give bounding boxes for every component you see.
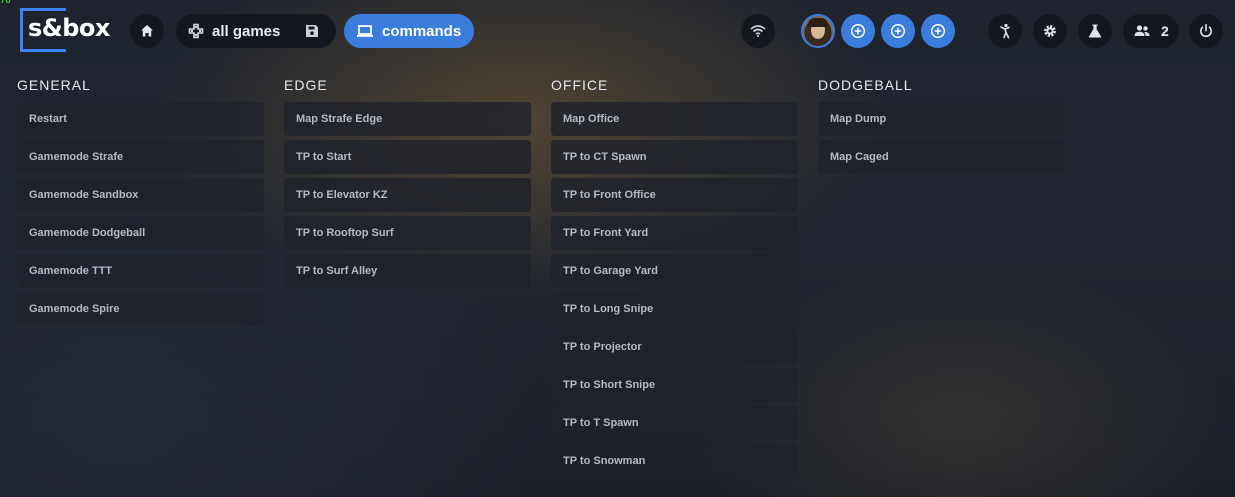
network-button[interactable] [741, 14, 775, 48]
command-button[interactable]: TP to Long Snipe [551, 292, 798, 326]
add-circle-icon [890, 23, 906, 39]
add-party-slot-3[interactable] [921, 14, 955, 48]
column-edge: EDGE Map Strafe Edge TP to Start TP to E… [284, 76, 531, 292]
column-title: GENERAL [17, 77, 91, 93]
users-icon [1134, 25, 1150, 36]
command-button[interactable]: Map Dump [818, 102, 1065, 136]
friends-button[interactable]: 2 [1123, 14, 1179, 48]
command-button[interactable]: Gamemode Dodgeball [17, 216, 264, 250]
command-button[interactable]: TP to Front Yard [551, 216, 798, 250]
command-button[interactable]: Gamemode Spire [17, 292, 264, 326]
dance-icon [1000, 23, 1010, 39]
command-button[interactable]: TP to Front Office [551, 178, 798, 212]
add-party-slot-1[interactable] [841, 14, 875, 48]
laptop-icon [357, 25, 373, 37]
save-icon [306, 25, 318, 37]
save-button[interactable] [304, 23, 320, 43]
add-circle-icon [930, 23, 946, 39]
all-games-label: all games [212, 22, 281, 40]
column-office: OFFICE Map Office TP to CT Spawn TP to F… [551, 76, 798, 482]
command-button[interactable]: TP to Projector [551, 330, 798, 364]
command-button[interactable]: TP to Elevator KZ [284, 178, 531, 212]
settings-button[interactable] [1033, 14, 1067, 48]
command-button[interactable]: Map Caged [818, 140, 1065, 174]
gamepad-icon [188, 23, 204, 39]
command-button[interactable]: Restart [17, 102, 264, 136]
power-icon [1200, 24, 1212, 38]
column-title: EDGE [284, 77, 328, 93]
add-circle-icon [850, 23, 866, 39]
column-title: DODGEBALL [818, 77, 913, 93]
command-button[interactable]: Gamemode TTT [17, 254, 264, 288]
commands-label: commands [382, 22, 462, 40]
logo-text: s&box [28, 14, 110, 42]
logo-frame-bottom [20, 49, 66, 52]
all-games-button[interactable]: all games [176, 14, 336, 48]
command-button[interactable]: Map Strafe Edge [284, 102, 531, 136]
column-dodgeball: DODGEBALL Map Dump Map Caged [818, 76, 1065, 178]
command-button[interactable]: Gamemode Strafe [17, 140, 264, 174]
home-button[interactable] [130, 14, 164, 48]
top-bar: s&box all games commands 2 [0, 0, 1235, 62]
emote-button[interactable] [988, 14, 1022, 48]
command-button[interactable]: TP to Surf Alley [284, 254, 531, 288]
command-button[interactable]: TP to Garage Yard [551, 254, 798, 288]
command-button[interactable]: Gamemode Sandbox [17, 178, 264, 212]
wifi-icon [750, 25, 766, 37]
column-general: GENERAL Restart Gamemode Strafe Gamemode… [17, 76, 264, 330]
flask-icon [1088, 24, 1102, 38]
command-button[interactable]: TP to Short Snipe [551, 368, 798, 402]
command-button[interactable]: TP to Rooftop Surf [284, 216, 531, 250]
experiments-button[interactable] [1078, 14, 1112, 48]
commands-tab[interactable]: commands [344, 14, 474, 48]
command-button[interactable]: TP to T Spawn [551, 406, 798, 440]
home-icon [141, 25, 153, 37]
add-party-slot-2[interactable] [881, 14, 915, 48]
command-button[interactable]: TP to CT Spawn [551, 140, 798, 174]
column-title: OFFICE [551, 77, 609, 93]
quit-button[interactable] [1189, 14, 1223, 48]
avatar[interactable] [801, 14, 835, 48]
gear-icon [1044, 25, 1056, 37]
command-button[interactable]: Map Office [551, 102, 798, 136]
command-button[interactable]: TP to Snowman [551, 444, 798, 478]
command-button[interactable]: TP to Start [284, 140, 531, 174]
friends-count: 2 [1161, 23, 1169, 39]
